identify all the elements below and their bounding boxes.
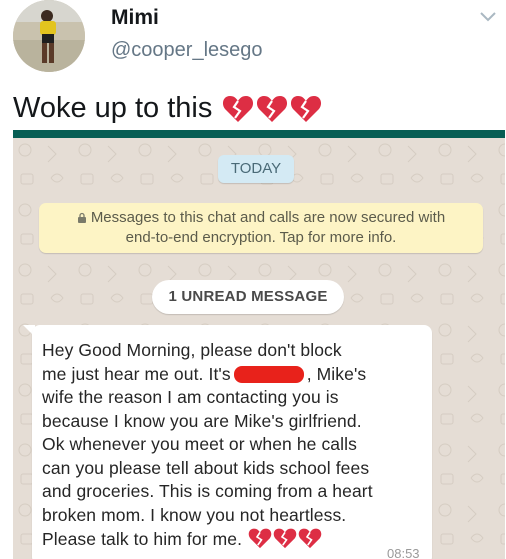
tweet-text-content: Woke up to this [13,92,213,124]
whatsapp-screenshot: TODAY Messages to this chat and calls ar… [13,130,505,559]
broken-heart-icon [223,96,254,122]
message-line-part: Please talk to him for me. [42,529,243,549]
broken-heart-icon [291,96,322,122]
message-timestamp: 08:53 [387,546,420,559]
message-line: Hey Good Morning, please don't block [42,340,342,360]
message-line: can you please tell about kids school fe… [42,457,370,478]
tweet-text: Woke up to this [13,92,322,125]
encryption-line-2: end-to-end encryption. Tap for more info… [125,229,397,246]
encryption-line-1: Messages to this chat and calls are now … [39,208,483,228]
lock-icon [77,212,86,223]
message-line: me just hear me out. It's , Mike's [42,363,427,387]
message-line: and groceries. This is coming from a hea… [42,481,373,501]
display-name[interactable]: Mimi [111,6,159,30]
chevron-down-icon[interactable] [478,10,498,24]
whatsapp-header-bar [13,130,505,138]
date-chip: TODAY [218,155,294,183]
message-emoji-group [248,527,322,549]
broken-heart-icon [257,96,288,122]
incoming-message-bubble[interactable]: Hey Good Morning, please don't block me … [32,325,432,559]
message-line: because I know you are Mike's girlfriend… [42,410,362,431]
redacted-name [233,365,304,383]
message-line: Please talk to him for me. [42,527,427,552]
encryption-line-1-text: Messages to this chat and calls are now … [90,209,446,226]
message-line-part: , Mike's [306,363,367,384]
tweet-emoji-group [222,94,322,123]
encryption-notice[interactable]: Messages to this chat and calls are now … [39,203,483,253]
broken-heart-icon [298,528,322,549]
user-handle[interactable]: @cooper_lesego [111,39,263,62]
message-text: Hey Good Morning, please don't block me … [42,339,427,552]
broken-heart-icon [248,528,272,549]
message-line: broken mom. I know you not heartless. [42,504,347,525]
message-line: wife the reason I am contacting you is [42,387,339,407]
unread-messages-chip: 1 UNREAD MESSAGE [152,280,344,314]
message-line: Ok whenever you meet or when he calls [42,434,357,454]
broken-heart-icon [273,528,297,549]
avatar[interactable] [13,0,85,72]
message-line-part: me just hear me out. It's [42,363,231,384]
